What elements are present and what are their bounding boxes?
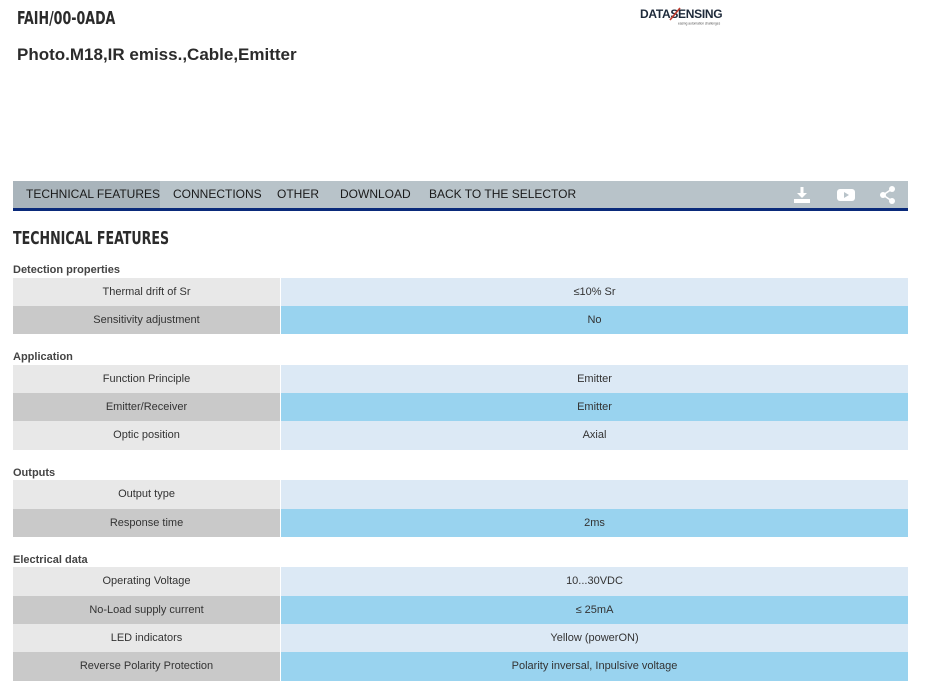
tab-back-to-selector[interactable]: BACK TO THE SELECTOR [416,181,589,208]
product-description: Photo.M18,IR emiss.,Cable,Emitter [17,45,297,64]
row-label: Function Principle [13,365,281,393]
row-value: Axial [281,421,908,450]
row-label: Reverse Polarity Protection [13,652,281,681]
row-label: Thermal drift of Sr [13,278,281,306]
row-label: No-Load supply current [13,596,281,624]
row-value: ≤ 25mA [281,596,908,624]
row-value: 10...30VDC [281,567,908,596]
row-value: Emitter [281,393,908,421]
table-row: Output type [13,480,908,509]
download-icon[interactable] [792,185,812,205]
row-label: Operating Voltage [13,567,281,596]
row-value: 2ms [281,509,908,537]
table-row: Reverse Polarity Protection Polarity inv… [13,652,908,681]
row-value: ≤10% Sr [281,278,908,306]
tab-bar: TECHNICAL FEATURES CONNECTIONS OTHER DOW… [13,181,908,211]
table-row: Operating Voltage 10...30VDC [13,567,908,596]
row-value: Polarity inversal, Inpulsive voltage [281,652,908,681]
row-label: Response time [13,509,281,537]
row-label: LED indicators [13,624,281,652]
table-row: No-Load supply current ≤ 25mA [13,596,908,624]
group-title-electrical-data: Electrical data [13,554,88,566]
row-value: No [281,306,908,334]
youtube-icon[interactable] [836,185,856,205]
tab-technical-features[interactable]: TECHNICAL FEATURES [13,181,160,208]
row-label: Optic position [13,421,281,450]
table-row: Function Principle Emitter [13,365,908,393]
row-value: Emitter [281,365,908,393]
group-title-detection-properties: Detection properties [13,264,120,276]
table-row: Optic position Axial [13,421,908,450]
table-row: LED indicators Yellow (powerON) [13,624,908,652]
row-label: Sensitivity adjustment [13,306,281,334]
group-title-outputs: Outputs [13,467,56,479]
logo-text: DATASENSING [640,7,722,21]
table-row: Sensitivity adjustment No [13,306,908,334]
section-heading: TECHNICAL FEATURES [13,228,170,249]
logo-tagline: easing automation challenges [678,22,721,26]
row-label: Output type [13,480,281,509]
share-icon[interactable] [878,185,898,205]
brand-logo: DATASENSING easing automation challenges [640,6,732,26]
tab-download[interactable]: DOWNLOAD [327,181,424,208]
row-value: Yellow (powerON) [281,624,908,652]
tab-connections[interactable]: CONNECTIONS [160,181,275,208]
product-code: FAIH/00-0ADA [17,8,116,29]
row-value [281,480,908,509]
tab-other[interactable]: OTHER [264,181,332,208]
group-title-application: Application [13,351,73,363]
table-row: Thermal drift of Sr ≤10% Sr [13,278,908,306]
table-row: Response time 2ms [13,509,908,537]
row-label: Emitter/Receiver [13,393,281,421]
table-row: Emitter/Receiver Emitter [13,393,908,421]
